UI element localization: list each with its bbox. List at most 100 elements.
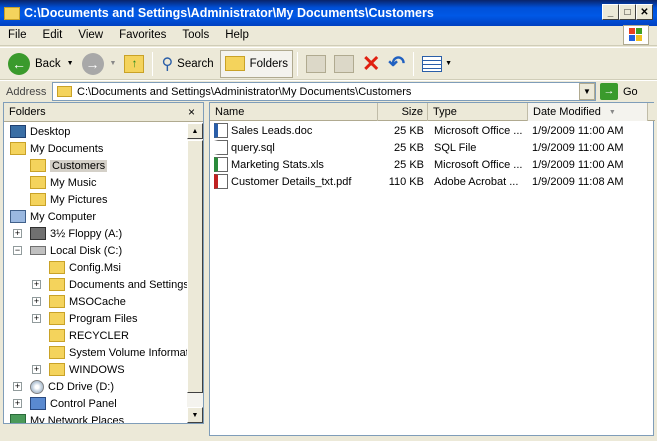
tree-expander[interactable]: + xyxy=(32,297,41,306)
copy-to-button[interactable] xyxy=(330,50,358,78)
tree-item-label: Local Disk (C:) xyxy=(50,244,123,257)
tree-expander[interactable]: + xyxy=(32,365,41,374)
tree-expander[interactable]: − xyxy=(13,246,22,255)
column-header-name[interactable]: Name xyxy=(210,103,378,121)
folder-tree: Desktop My Documents Customers My Music My P… xyxy=(4,123,188,423)
delete-icon: ✕ xyxy=(361,50,381,76)
column-header-size[interactable]: Size xyxy=(378,103,428,121)
tree-item-label: 3½ Floppy (A:) xyxy=(50,227,123,240)
tree-expander[interactable]: + xyxy=(13,382,22,391)
tree-item-label: Control Panel xyxy=(50,397,117,410)
copy-to-icon xyxy=(333,54,354,73)
menu-help[interactable]: Help xyxy=(217,29,257,41)
tree-item-label: System Volume Informati xyxy=(69,346,188,359)
tree-item-label: RECYCLER xyxy=(69,329,129,342)
undo-button[interactable]: ↶ xyxy=(384,50,409,78)
tree-item[interactable]: Control Panel xyxy=(30,395,117,412)
scroll-up-button[interactable]: ▲ xyxy=(187,123,203,139)
file-type: Microsoft Office ... xyxy=(434,158,523,171)
tree-item[interactable]: Local Disk (C:) xyxy=(30,242,122,259)
back-button[interactable]: ← Back ▼ xyxy=(4,50,78,78)
tree-item[interactable]: MSOCache xyxy=(49,293,126,310)
tree-item[interactable]: My Documents xyxy=(10,140,103,157)
address-dropdown-button[interactable]: ▼ xyxy=(579,83,595,100)
file-row[interactable]: Marketing Stats.xls 25 KB Microsoft Office… xyxy=(210,156,655,173)
column-header-type[interactable]: Type xyxy=(428,103,528,121)
folder-icon xyxy=(49,312,65,325)
file-row[interactable]: Customer Details_txt.pdf 110 KB Adobe Acro… xyxy=(210,173,655,190)
tree-item[interactable]: My Network Places xyxy=(10,412,124,423)
tree-item[interactable]: RECYCLER xyxy=(49,327,129,344)
folder-icon xyxy=(49,346,65,359)
column-header-date-modified[interactable]: Date Modified ▼ xyxy=(528,103,648,121)
tree-item[interactable]: CD Drive (D:) xyxy=(30,378,114,395)
minimize-button[interactable]: _ xyxy=(602,4,619,20)
tree-expander[interactable]: + xyxy=(32,314,41,323)
file-size: 25 KB xyxy=(394,141,424,154)
toolbar-separator xyxy=(413,51,415,76)
tree-expander[interactable]: + xyxy=(32,280,41,289)
menu-edit[interactable]: Edit xyxy=(35,29,71,41)
tree-expander[interactable]: + xyxy=(13,229,22,238)
file-date-modified: 1/9/2009 11:00 AM xyxy=(532,141,624,154)
tree-item[interactable]: My Computer xyxy=(10,208,96,225)
menu-view[interactable]: View xyxy=(70,29,111,41)
tree-item[interactable]: Config.Msi xyxy=(49,259,121,276)
tree-item[interactable]: Desktop xyxy=(10,123,70,140)
folder-icon xyxy=(224,56,245,71)
tree-item[interactable]: Documents and Settings xyxy=(49,276,188,293)
chevron-down-icon[interactable]: ▼ xyxy=(110,60,117,67)
excel-file-icon xyxy=(214,157,228,172)
go-arrow-icon: → xyxy=(600,83,618,100)
scroll-down-button[interactable]: ▼ xyxy=(187,407,203,423)
file-size: 110 KB xyxy=(388,175,424,188)
menu-file[interactable]: File xyxy=(0,29,35,41)
tree-item[interactable]: 3½ Floppy (A:) xyxy=(30,225,122,242)
scroll-thumb[interactable] xyxy=(187,140,203,393)
back-label: Back xyxy=(35,57,61,70)
address-label: Address xyxy=(6,85,47,98)
tree-item-label: My Documents xyxy=(30,142,104,155)
address-input[interactable]: C:\Documents and Settings\Administrator\… xyxy=(52,82,596,101)
vertical-scrollbar[interactable]: ▲ ▼ xyxy=(187,123,203,423)
tree-item[interactable]: My Pictures xyxy=(30,191,107,208)
file-date-modified: 1/9/2009 11:08 AM xyxy=(532,175,624,188)
tree-item[interactable]: My Music xyxy=(30,174,96,191)
close-icon[interactable]: × xyxy=(188,105,195,119)
delete-button[interactable]: ✕ xyxy=(358,50,384,78)
tree-item[interactable]: Program Files xyxy=(49,310,137,327)
file-row[interactable]: Sales Leads.doc 25 KB Microsoft Office ...… xyxy=(210,122,655,139)
tree-item-label: Documents and Settings xyxy=(69,278,188,291)
tree-item-label: Program Files xyxy=(69,312,138,325)
forward-button[interactable]: → ▼ xyxy=(78,50,121,78)
desktop-icon xyxy=(10,125,26,138)
search-button[interactable]: ⚲ Search xyxy=(157,50,217,78)
tree-expander[interactable]: + xyxy=(13,399,22,408)
chevron-down-icon[interactable]: ▼ xyxy=(67,60,74,67)
tree-item[interactable]: System Volume Informati xyxy=(49,344,188,361)
folders-button[interactable]: Folders xyxy=(219,49,293,78)
folder-icon xyxy=(10,142,26,155)
move-to-button[interactable] xyxy=(302,50,330,78)
tree-item-label: CD Drive (D:) xyxy=(48,380,114,393)
tree-item[interactable]: WINDOWS xyxy=(49,361,125,378)
sort-descending-icon: ▼ xyxy=(608,108,616,116)
file-date-modified: 1/9/2009 11:00 AM xyxy=(532,158,624,171)
close-button[interactable]: ✕ xyxy=(636,4,653,20)
menu-favorites[interactable]: Favorites xyxy=(111,29,174,41)
go-button[interactable]: → Go xyxy=(600,82,638,101)
maximize-button[interactable]: □ xyxy=(619,4,636,20)
views-button[interactable]: ▼ xyxy=(418,50,456,78)
file-row[interactable]: query.sql 25 KB SQL File 1/9/2009 11:00 AM xyxy=(210,139,655,156)
file-name-cell: Marketing Stats.xls xyxy=(210,157,378,172)
file-list: Name Size Type Date Modified ▼ Sales Lea… xyxy=(209,102,655,436)
menu-tools[interactable]: Tools xyxy=(174,29,217,41)
file-name-cell: Customer Details_txt.pdf xyxy=(210,174,378,189)
tree-item[interactable]: Customers xyxy=(30,157,108,174)
computer-icon xyxy=(10,210,26,223)
folders-label: Folders xyxy=(249,57,288,70)
menu-bar: File Edit View Favorites Tools Help xyxy=(0,24,657,46)
window-title: C:\Documents and Settings\Administrator\… xyxy=(24,6,434,20)
file-name: Sales Leads.doc xyxy=(231,124,313,137)
up-folder-button[interactable]: ↑ xyxy=(120,50,148,78)
